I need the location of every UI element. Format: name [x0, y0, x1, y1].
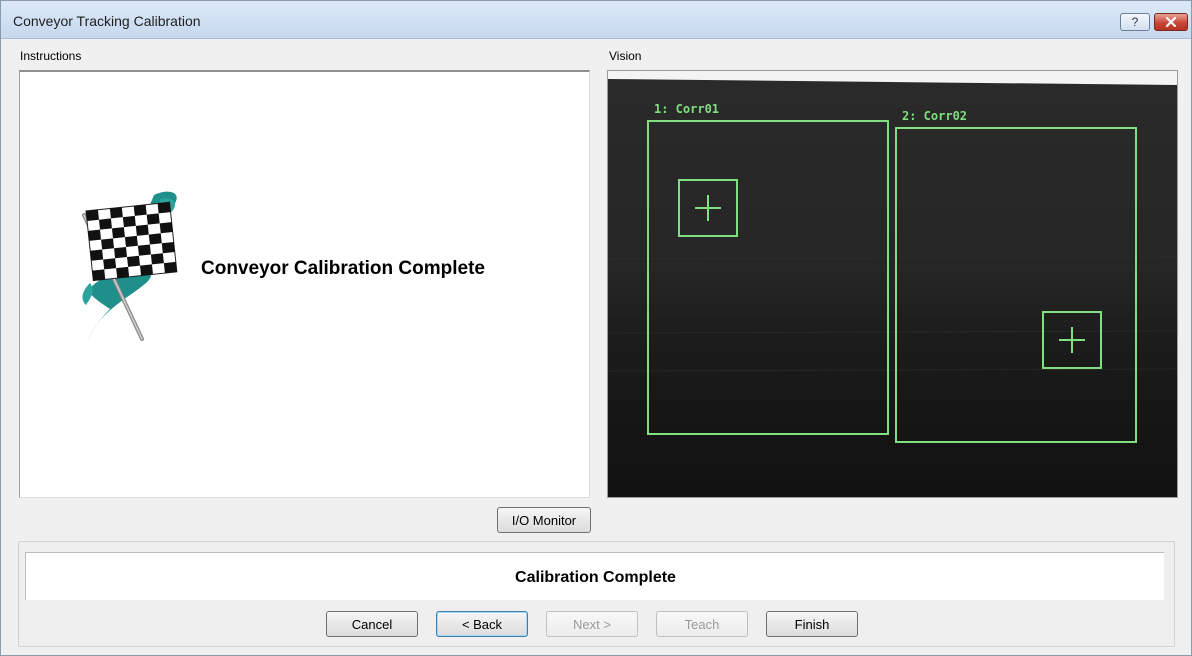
window-title: Conveyor Tracking Calibration: [13, 13, 201, 29]
help-button[interactable]: ?: [1120, 13, 1150, 31]
status-box: Calibration Complete: [25, 552, 1164, 600]
instructions-heading: Conveyor Calibration Complete: [201, 258, 485, 279]
close-icon: [1165, 17, 1177, 27]
help-icon: ?: [1131, 15, 1139, 29]
finish-button[interactable]: Finish: [766, 611, 858, 637]
camera-image: [608, 79, 1177, 497]
next-button[interactable]: Next >: [546, 611, 638, 637]
checkered-flag-icon: [80, 191, 178, 357]
title-bar[interactable]: Conveyor Tracking Calibration ?: [1, 1, 1191, 39]
status-message: Calibration Complete: [515, 569, 676, 586]
vision-group-label: Vision: [609, 49, 642, 63]
io-monitor-button[interactable]: I/O Monitor: [497, 507, 591, 533]
calibration-dialog: Conveyor Tracking Calibration ? Instruct…: [0, 0, 1192, 656]
cancel-button[interactable]: Cancel: [326, 611, 418, 637]
back-button[interactable]: < Back: [436, 611, 528, 637]
corr01-label: 1: Corr01: [654, 102, 720, 116]
teach-button[interactable]: Teach: [656, 611, 748, 637]
instructions-group-label: Instructions: [20, 49, 82, 63]
vision-view[interactable]: 1: Corr01 2: Corr02: [607, 70, 1178, 498]
instructions-panel: Conveyor Calibration Complete: [19, 70, 590, 498]
close-button[interactable]: [1154, 13, 1188, 31]
corr02-label: 2: Corr02: [902, 109, 968, 123]
